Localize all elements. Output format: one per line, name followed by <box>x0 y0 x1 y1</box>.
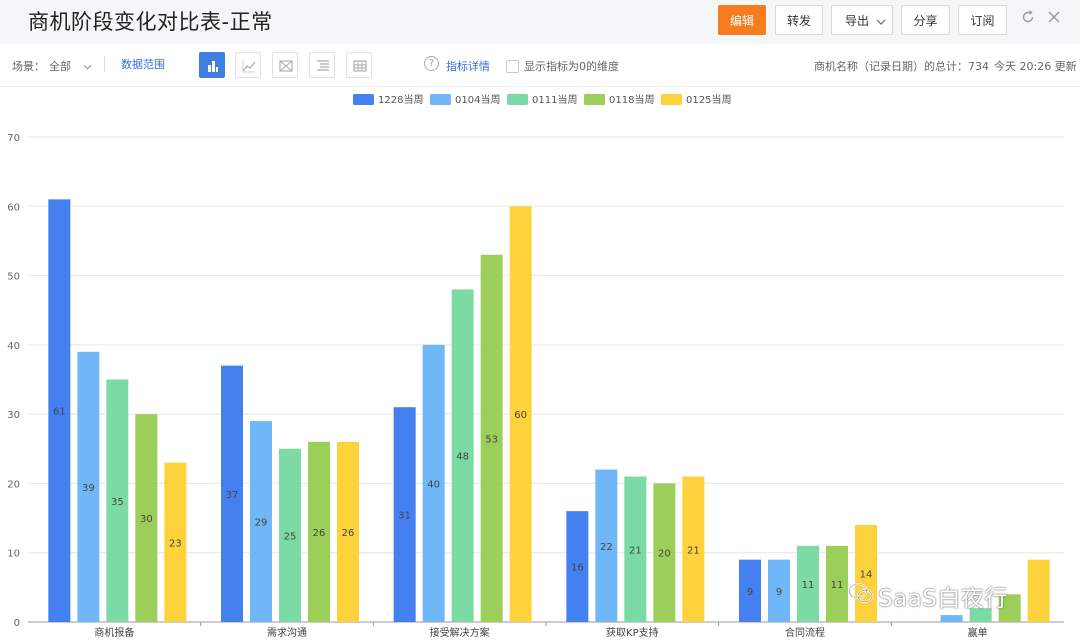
y-tick-label: 30 <box>7 410 20 421</box>
y-tick-label: 10 <box>7 549 20 560</box>
bar-data-label: 14 <box>860 570 873 581</box>
legend-label-0: 1228当周 <box>378 93 423 106</box>
bar-data-label: 20 <box>658 549 671 560</box>
legend-label-1: 0104当周 <box>455 93 500 106</box>
chevron-down-icon <box>876 19 886 25</box>
bar-data-label: 26 <box>342 528 355 539</box>
chevron-down-icon <box>83 64 91 70</box>
bar-data-label: 9 <box>747 587 753 598</box>
bar-chart-view-button[interactable] <box>199 52 225 78</box>
bar-data-label: 21 <box>629 545 642 556</box>
legend-swatch-2 <box>507 94 528 105</box>
scene-value: 全部 <box>49 60 71 73</box>
scene-select[interactable]: 全部 <box>49 58 92 74</box>
y-tick-label: 50 <box>7 272 20 283</box>
help-icon[interactable]: ? <box>424 56 439 71</box>
bar-data-label: 22 <box>600 542 613 553</box>
metric-detail-link[interactable]: 指标详情 <box>446 58 490 74</box>
wechat-icon <box>848 583 873 603</box>
legend-label-2: 0111当周 <box>532 93 577 106</box>
bar-data-label: 26 <box>313 528 326 539</box>
bar-chart: 1228当周 0104当周 0111当周 0118当周 0125当周 0 10 20 30 40 5… <box>7 93 1064 639</box>
toolbar: 场景： 全部 数据范围 指标详情 显示指标为0的维度 商机名称（记录日期）的总计… <box>0 44 1080 87</box>
y-tick-label: 70 <box>7 133 20 144</box>
bar-data-label: 40 <box>427 479 440 490</box>
legend-label-4: 0125当周 <box>686 93 731 106</box>
legend-swatch-4 <box>661 94 682 105</box>
bar-data-label: 23 <box>169 538 182 549</box>
bar-data-label: 21 <box>687 545 700 556</box>
x-tick-label: 赢单 <box>968 626 988 639</box>
y-tick-label: 20 <box>7 479 20 490</box>
total-text: 商机名称（记录日期）的总计：734 <box>814 60 989 73</box>
bar-data-label: 60 <box>514 410 527 421</box>
header-bar: 商机阶段变化对比表-正常 编辑 转发 导出 分享 订阅 <box>0 0 1080 44</box>
bar <box>940 615 963 622</box>
list-icon <box>317 60 329 71</box>
bar-data-label: 11 <box>802 580 815 591</box>
x-tick-label: 获取KP支持 <box>606 626 659 639</box>
x-tick-label: 需求沟通 <box>267 626 307 639</box>
data-range-link[interactable]: 数据范围 <box>121 56 165 72</box>
divider <box>104 56 105 72</box>
bar-data-label: 16 <box>571 563 584 574</box>
bar-data-label: 31 <box>398 511 411 522</box>
bar-data-label: 48 <box>456 452 469 463</box>
refresh-icon[interactable] <box>1021 10 1035 24</box>
list-view-button[interactable] <box>309 52 335 78</box>
x-tick-label: 合同流程 <box>785 626 825 639</box>
legend-swatch-1 <box>430 94 451 105</box>
bar-data-label: 25 <box>284 531 297 542</box>
table-icon <box>353 60 367 72</box>
share-button[interactable]: 分享 <box>901 5 950 35</box>
bar-data-label: 11 <box>831 580 844 591</box>
bar-chart-icon <box>208 61 218 72</box>
export-button[interactable]: 导出 <box>831 5 893 35</box>
forward-button[interactable]: 转发 <box>775 5 823 35</box>
bar-data-label: 30 <box>140 514 153 525</box>
show-zero-checkbox[interactable] <box>506 60 519 73</box>
scatter-view-button[interactable] <box>272 52 298 78</box>
export-label: 导出 <box>845 14 870 28</box>
bar-data-label: 39 <box>82 483 95 494</box>
bar-data-label: 35 <box>111 497 124 508</box>
y-tick-label: 60 <box>7 202 20 213</box>
scatter-icon <box>279 60 293 72</box>
edit-button[interactable]: 编辑 <box>718 5 766 35</box>
page-title: 商机阶段变化对比表-正常 <box>28 10 273 34</box>
x-tick-label: 商机报备 <box>94 626 134 639</box>
y-tick-label: 40 <box>7 341 20 352</box>
scene-label: 场景： <box>12 60 45 73</box>
update-time: 今天 20:26 更新 <box>994 60 1077 73</box>
bar-data-label: 53 <box>485 434 498 445</box>
bar-data-label: 37 <box>226 490 239 501</box>
bar <box>1027 559 1050 622</box>
subscribe-button[interactable]: 订阅 <box>958 5 1007 35</box>
y-tick-label: 0 <box>14 618 20 629</box>
line-chart-icon <box>242 60 256 73</box>
line-chart-view-button[interactable] <box>235 52 261 78</box>
legend-label-3: 0118当周 <box>609 93 654 106</box>
close-icon[interactable] <box>1048 11 1060 23</box>
legend-swatch-0 <box>353 94 374 105</box>
show-zero-label: 显示指标为0的维度 <box>524 60 619 73</box>
x-tick-label: 接受解决方案 <box>430 626 490 639</box>
bar-data-label: 61 <box>53 407 66 418</box>
bar-data-label: 29 <box>255 518 268 529</box>
watermark-text: SaaS白夜行 <box>878 586 1008 612</box>
table-view-button[interactable] <box>346 52 372 78</box>
legend-swatch-3 <box>584 94 605 105</box>
bar-data-label: 9 <box>776 587 782 598</box>
